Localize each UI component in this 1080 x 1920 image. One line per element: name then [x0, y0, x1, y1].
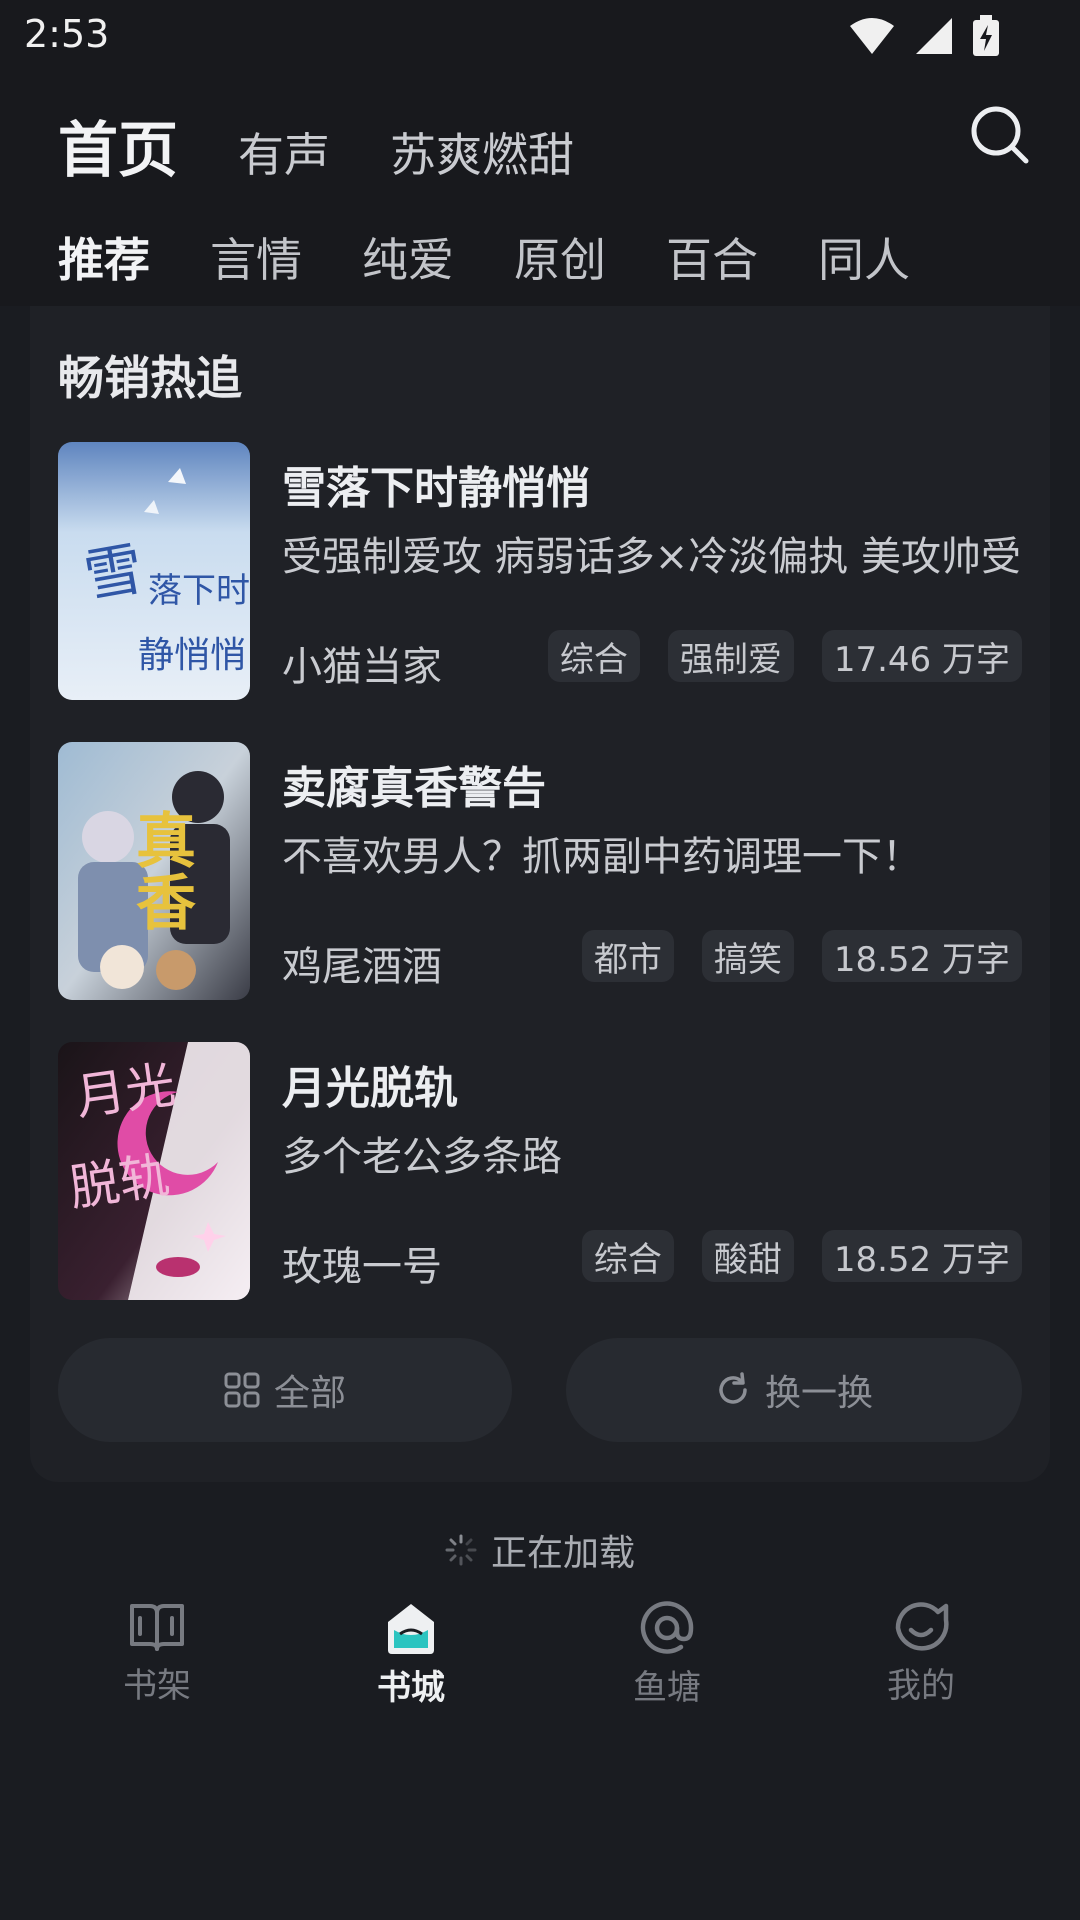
svg-text:落下时: 落下时	[148, 571, 250, 611]
book-author: 玫瑰一号	[282, 1244, 442, 1290]
tab-romance[interactable]: 言情	[210, 224, 302, 290]
book-title: 卖腐真香警告	[282, 763, 546, 814]
book-title: 月光脱轨	[282, 1063, 458, 1114]
search-button[interactable]	[920, 72, 1080, 198]
nav-label: 我的	[887, 1666, 955, 1706]
svg-text:静悄悄: 静悄悄	[138, 635, 246, 676]
search-icon	[971, 106, 1029, 164]
svg-text:香: 香	[136, 869, 196, 939]
view-all-label: 全部	[273, 1373, 346, 1414]
book-description: 不喜欢男人？抓两副中药调理一下！	[282, 834, 922, 880]
tab-recommend[interactable]: 推荐	[58, 224, 150, 292]
loading-indicator: 正在加载	[0, 1524, 1080, 1576]
book-tags: 综合 强制爱 17.46 万字	[547, 630, 1022, 682]
book-item[interactable]: 真 香 卖腐真香警告 不喜欢男人？抓两副中药调理一下！ 鸡尾酒酒 都市 搞笑 1…	[58, 742, 1022, 1000]
top-tab-home[interactable]: 首页	[58, 102, 178, 189]
book-description: 受强制爱攻 病弱话多×冷淡偏执 美攻帅受	[282, 534, 1021, 580]
signal-icon	[916, 18, 952, 54]
header: 首页 有声 苏爽燃甜 推荐 言情 纯爱 原创 百合 同人	[0, 72, 1080, 306]
word-count: 18.52 万字	[821, 1230, 1022, 1282]
book-cover[interactable]: 雪 落下时 静悄悄	[58, 442, 250, 700]
nav-item-bookshelf[interactable]: 书架	[97, 1600, 217, 1707]
status-icons	[848, 14, 1000, 58]
top-tabs: 首页 有声 苏爽燃甜	[58, 102, 634, 189]
tab-gl[interactable]: 百合	[666, 224, 758, 290]
tab-fanfic[interactable]: 同人	[818, 224, 910, 290]
tab-bl[interactable]: 纯爱	[362, 224, 454, 290]
bookstore-icon	[388, 1604, 434, 1654]
book-description: 多个老公多条路	[282, 1134, 562, 1180]
view-all-button[interactable]: 全部	[58, 1338, 512, 1442]
refresh-icon	[719, 1372, 747, 1404]
book-cover[interactable]: 真 香	[58, 742, 250, 1000]
grid-icon	[224, 1372, 260, 1408]
bestseller-card: 畅销热追 雪 落下时 静悄悄 雪落下时静悄悄 受强制爱攻 病弱话多×冷淡偏执 美…	[30, 306, 1050, 1482]
at-icon	[640, 1601, 694, 1654]
book-tags: 综合 酸甜 18.52 万字	[581, 1230, 1022, 1282]
tag: 都市	[581, 930, 674, 982]
tab-label: 推荐	[58, 233, 150, 287]
loading-label: 正在加载	[490, 1533, 635, 1574]
refresh-label: 换一换	[764, 1373, 873, 1414]
book-author: 小猫当家	[282, 644, 442, 690]
tab-original[interactable]: 原创	[514, 224, 606, 290]
svg-text:雪: 雪	[79, 534, 148, 611]
nav-label: 鱼塘	[633, 1668, 701, 1708]
book-author: 鸡尾酒酒	[282, 944, 442, 990]
book-item[interactable]: 月光 脱轨 月光脱轨 多个老公多条路 玫瑰一号 综合 酸甜 18.52 万字	[58, 1042, 1022, 1300]
book-item[interactable]: 雪 落下时 静悄悄 雪落下时静悄悄 受强制爱攻 病弱话多×冷淡偏执 美攻帅受 小…	[58, 442, 1022, 700]
nav-item-profile[interactable]: 我的	[861, 1600, 981, 1707]
bottom-nav: 书架 书城 鱼塘 我的	[0, 1600, 1080, 1720]
section-title: 畅销热追	[58, 351, 242, 405]
tag: 强制爱	[667, 630, 794, 682]
nav-label: 书架	[123, 1666, 191, 1706]
book-tags: 都市 搞笑 18.52 万字	[581, 930, 1022, 982]
svg-text:真: 真	[136, 807, 196, 877]
word-count: 17.46 万字	[821, 630, 1022, 682]
nav-label: 书城	[377, 1668, 445, 1708]
spinner-icon	[445, 1534, 477, 1566]
status-time: 2:53	[24, 12, 110, 56]
word-count: 18.52 万字	[821, 930, 1022, 982]
wifi-icon	[850, 18, 894, 54]
status-bar: 2:53	[0, 0, 1080, 72]
category-tabs: 推荐 言情 纯爱 原创 百合 同人	[58, 224, 970, 292]
nav-item-bookstore[interactable]: 书城	[351, 1600, 471, 1709]
refresh-button[interactable]: 换一换	[566, 1338, 1022, 1442]
tag: 综合	[581, 1230, 674, 1282]
profile-icon	[895, 1602, 949, 1651]
tag: 酸甜	[701, 1230, 794, 1282]
book-cover[interactable]: 月光 脱轨	[58, 1042, 250, 1300]
tag: 搞笑	[701, 930, 794, 982]
book-title: 雪落下时静悄悄	[282, 463, 590, 514]
top-tab-sweet[interactable]: 苏爽燃甜	[390, 119, 574, 185]
tag: 综合	[547, 630, 640, 682]
nav-item-fishpond[interactable]: 鱼塘	[607, 1600, 727, 1709]
battery-icon	[973, 15, 999, 56]
top-tab-audio[interactable]: 有声	[238, 119, 330, 185]
bookshelf-icon	[130, 1604, 184, 1651]
